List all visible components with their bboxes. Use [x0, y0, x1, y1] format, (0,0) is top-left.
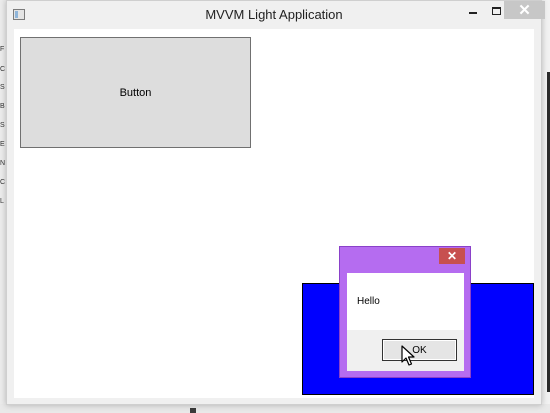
minimize-button[interactable] — [463, 1, 483, 21]
dialog-message: Hello — [357, 296, 380, 307]
dialog-body: Hello — [347, 273, 464, 330]
close-icon: ✕ — [446, 249, 458, 263]
main-button[interactable]: Button — [20, 37, 251, 148]
window-title: MVVM Light Application — [205, 7, 343, 22]
close-icon: ✕ — [518, 2, 531, 19]
ok-button[interactable]: OK — [382, 339, 457, 361]
close-button[interactable]: ✕ — [504, 1, 545, 19]
title-bar[interactable]: MVVM Light Application ✕ — [7, 1, 545, 29]
mouse-cursor-icon — [401, 345, 415, 366]
minimize-icon — [469, 12, 477, 14]
background-bottom-strip — [0, 404, 550, 413]
dialog-close-button[interactable]: ✕ — [439, 248, 465, 264]
maximize-icon — [491, 7, 501, 15]
background-bottom-edge — [190, 408, 196, 413]
